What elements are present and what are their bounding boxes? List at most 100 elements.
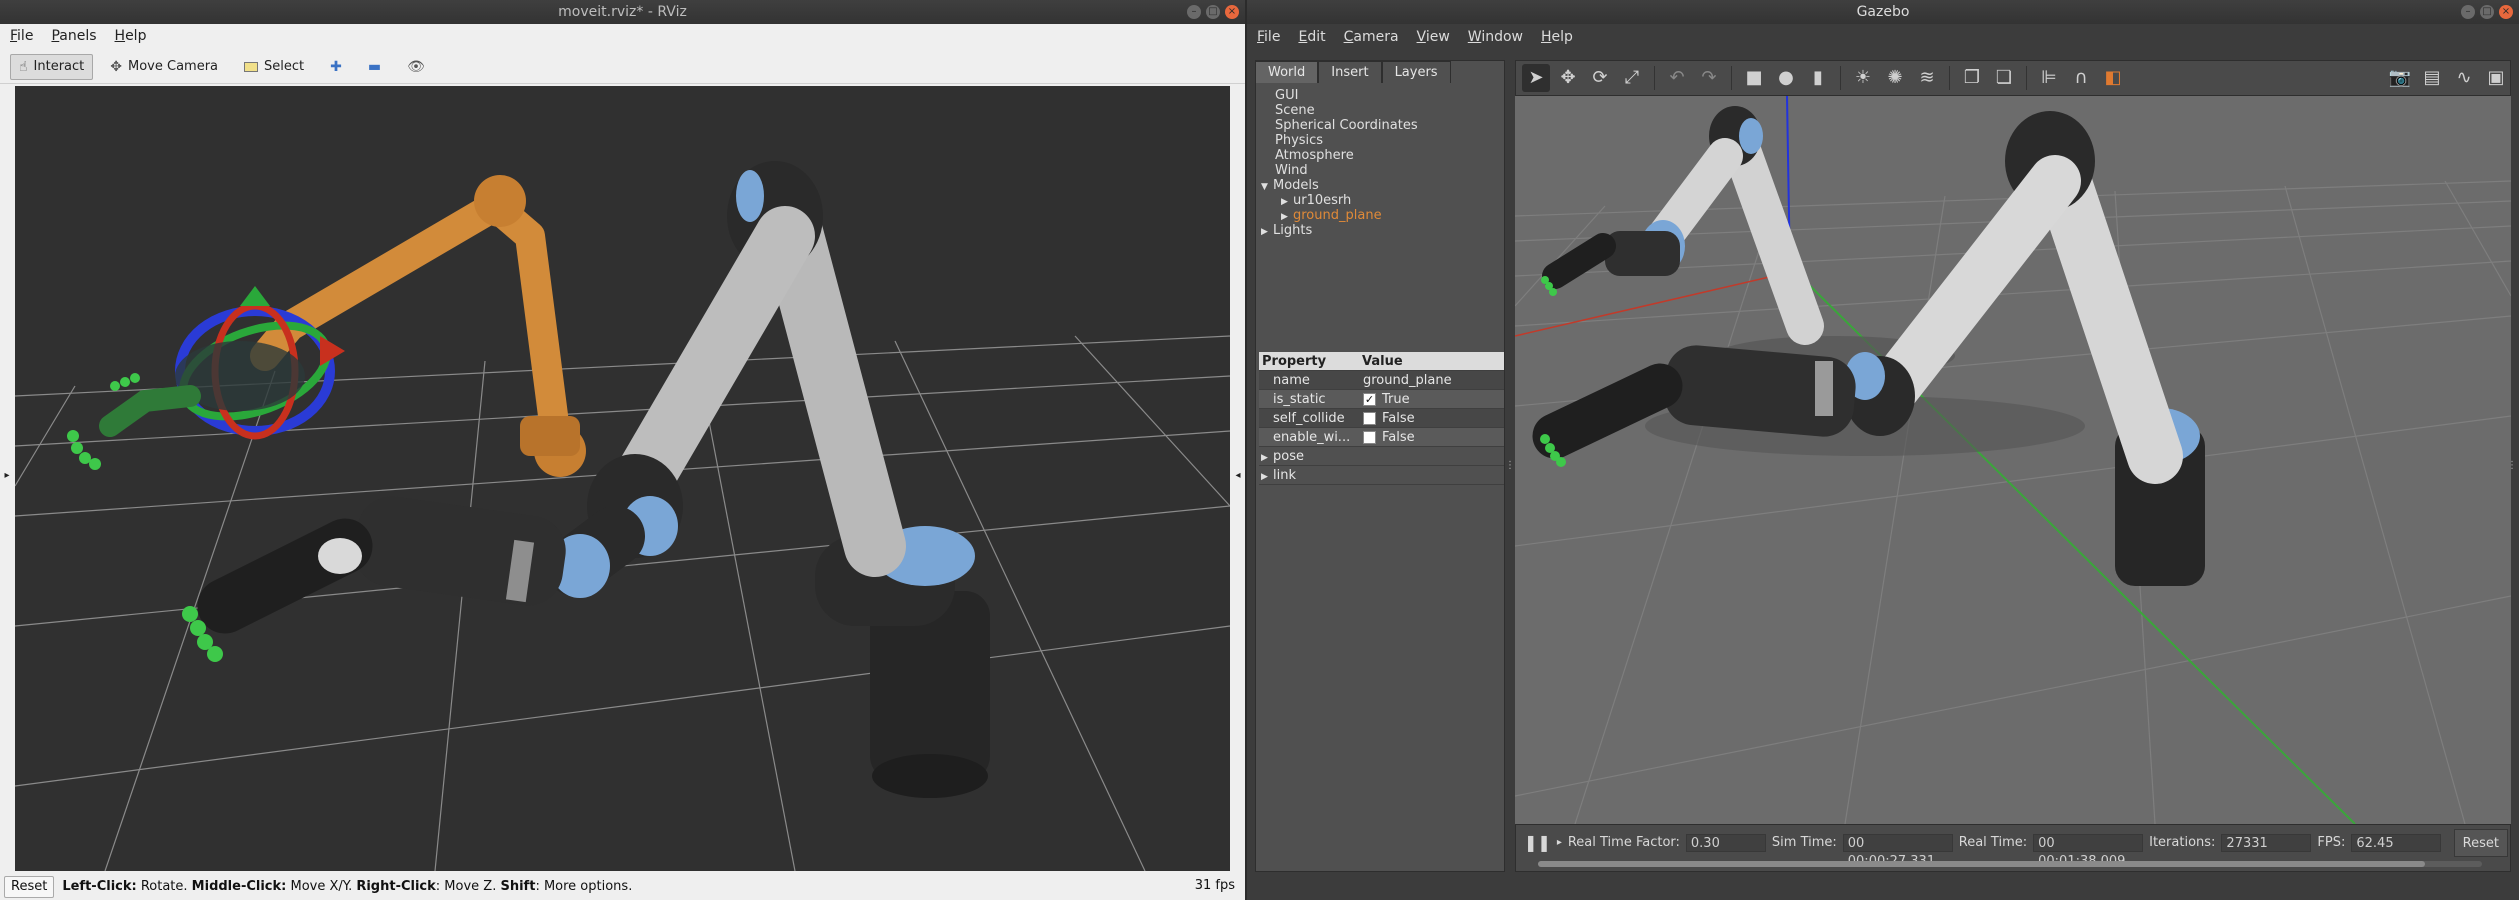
menu-view[interactable]: View: [1417, 29, 1450, 45]
redo-icon[interactable]: ↷: [1695, 64, 1723, 92]
toolbar-separator: [2026, 66, 2027, 90]
simulation-stats-bar: ❚❚ ▸ Real Time Factor: 0.30 Sim Time: 00…: [1515, 824, 2511, 872]
tree-item-spherical-coordinates[interactable]: Spherical Coordinates: [1261, 118, 1501, 133]
rviz-3d-viewport[interactable]: [15, 86, 1230, 871]
chevron-right-icon[interactable]: ▶: [1261, 468, 1273, 484]
checkbox-unchecked[interactable]: [1363, 411, 1376, 425]
iterations-value: 27331: [2221, 833, 2312, 852]
pause-icon[interactable]: ❚❚: [1524, 833, 1551, 852]
property-group-link[interactable]: ▶ link: [1259, 466, 1504, 485]
tree-item-gui[interactable]: GUI: [1261, 88, 1501, 103]
scrollbar-thumb[interactable]: [1538, 861, 2426, 867]
rviz-reset-button[interactable]: Reset: [4, 875, 55, 898]
tab-world[interactable]: World: [1255, 61, 1319, 83]
menu-panels[interactable]: Panels: [51, 28, 96, 44]
step-icon[interactable]: ▸: [1557, 837, 1562, 848]
sphere-shape-icon[interactable]: ●: [1772, 64, 1800, 92]
change-view-icon[interactable]: ◧: [2099, 64, 2127, 92]
tree-item-lights[interactable]: ▶ Lights: [1261, 223, 1501, 238]
hint-rotate: Rotate.: [136, 879, 192, 894]
real-time-value: 00 00:01:38.009: [2033, 833, 2144, 869]
menu-help[interactable]: Help: [1541, 29, 1573, 45]
view-options-button[interactable]: 👁: [398, 54, 434, 80]
select-tool-button[interactable]: Select: [235, 54, 313, 80]
gazebo-toolbar: ➤ ✥ ⟳ ⤢ ↶ ↷ ■ ● ▮ ☀ ✺ ≋ ❐ ❏ ⊫ ∩ ◧ 📷 ▤ ∿ …: [1515, 60, 2511, 96]
paste-icon[interactable]: ❏: [1990, 64, 2018, 92]
box-shape-icon[interactable]: ■: [1740, 64, 1768, 92]
rviz-menubar: File Panels Help: [0, 24, 1245, 48]
tree-item-ground-plane[interactable]: ▶ ground_plane: [1261, 208, 1501, 223]
planned-hand-ghost: [67, 373, 201, 470]
toolbar-separator: [1654, 66, 1655, 90]
move-camera-tool-button[interactable]: ✥ Move Camera: [101, 54, 227, 80]
property-key: name: [1259, 371, 1359, 389]
rviz-toolbar: ☝ Interact ✥ Move Camera Select ✚ ▬ 👁: [0, 50, 1245, 84]
property-row-is-static[interactable]: is_static ✓ True: [1259, 390, 1504, 409]
menu-file[interactable]: File: [1257, 29, 1280, 45]
interact-tool-button[interactable]: ☝ Interact: [10, 53, 94, 80]
planned-robot-ghost: [250, 175, 586, 477]
tree-item-ground-plane-label: ground_plane: [1293, 208, 1382, 223]
tab-insert[interactable]: Insert: [1318, 61, 1382, 83]
chevron-right-icon[interactable]: ▶: [1261, 225, 1273, 240]
property-row-name[interactable]: name ground_plane: [1259, 371, 1504, 390]
left-dock-handle-icon[interactable]: ▸: [2, 470, 12, 481]
directional-light-icon[interactable]: ≋: [1913, 64, 1941, 92]
property-header: Property: [1259, 352, 1359, 370]
minimize-icon[interactable]: –: [2461, 5, 2475, 19]
close-icon[interactable]: ×: [2499, 5, 2513, 19]
checkbox-unchecked[interactable]: [1363, 430, 1376, 444]
minimize-icon[interactable]: –: [1187, 5, 1201, 19]
gazebo-scene: [1515, 96, 2511, 824]
scale-icon[interactable]: ⤢: [1618, 64, 1646, 92]
copy-icon[interactable]: ❐: [1958, 64, 1986, 92]
menu-file[interactable]: File: [10, 28, 33, 44]
robot-model-back: [1541, 106, 1955, 376]
plot-icon[interactable]: ∿: [2450, 64, 2478, 92]
chevron-down-icon[interactable]: ▼: [1261, 180, 1273, 195]
checkbox-checked[interactable]: ✓: [1363, 392, 1376, 406]
sim-stats: ❚❚ ▸ Real Time Factor: 0.30 Sim Time: 00…: [1524, 833, 2442, 869]
spot-light-icon[interactable]: ✺: [1881, 64, 1909, 92]
remove-tool-button[interactable]: ▬: [359, 54, 390, 80]
cylinder-shape-icon[interactable]: ▮: [1804, 64, 1832, 92]
hint-left-click: Left-Click:: [62, 879, 137, 894]
point-light-icon[interactable]: ☀: [1849, 64, 1877, 92]
tree-item-models[interactable]: ▼ Models: [1261, 178, 1501, 193]
right-dock-handle-icon[interactable]: ◂: [1233, 470, 1243, 481]
undo-icon[interactable]: ↶: [1663, 64, 1691, 92]
tree-item-ur10esrh[interactable]: ▶ ur10esrh: [1261, 193, 1501, 208]
menu-edit[interactable]: Edit: [1298, 29, 1325, 45]
menu-window[interactable]: Window: [1468, 29, 1523, 45]
chevron-right-icon[interactable]: ▶: [1261, 449, 1273, 465]
translate-icon[interactable]: ✥: [1554, 64, 1582, 92]
tree-item-physics[interactable]: Physics: [1261, 133, 1501, 148]
select-arrow-icon[interactable]: ➤: [1522, 64, 1550, 92]
property-row-enable-wind[interactable]: enable_wi... False: [1259, 428, 1504, 447]
tab-layers[interactable]: Layers: [1381, 61, 1451, 83]
tree-item-scene[interactable]: Scene: [1261, 103, 1501, 118]
left-panel-splitter[interactable]: ⋮: [1505, 460, 1515, 471]
property-row-self-collide[interactable]: self_collide False: [1259, 409, 1504, 428]
gazebo-reset-button[interactable]: Reset: [2453, 829, 2508, 857]
align-icon[interactable]: ⊫: [2035, 64, 2063, 92]
real-time-label: Real Time:: [1958, 835, 2028, 850]
maximize-icon[interactable]: □: [2480, 5, 2494, 19]
horizontal-scrollbar[interactable]: [1538, 861, 2482, 867]
menu-help[interactable]: Help: [115, 28, 147, 44]
hint-move-xy: Move X/Y.: [286, 879, 357, 894]
add-tool-button[interactable]: ✚: [321, 54, 351, 80]
menu-camera[interactable]: Camera: [1344, 29, 1399, 45]
video-icon[interactable]: ▣: [2482, 64, 2510, 92]
rviz-ground-grid: [15, 335, 1230, 871]
tree-item-atmosphere[interactable]: Atmosphere: [1261, 148, 1501, 163]
maximize-icon[interactable]: □: [1206, 5, 1220, 19]
property-group-pose[interactable]: ▶ pose: [1259, 447, 1504, 466]
tree-item-wind[interactable]: Wind: [1261, 163, 1501, 178]
log-icon[interactable]: ▤: [2418, 64, 2446, 92]
gazebo-3d-viewport[interactable]: [1515, 96, 2511, 824]
screenshot-icon[interactable]: 📷: [2386, 64, 2414, 92]
snap-icon[interactable]: ∩: [2067, 64, 2095, 92]
rotate-icon[interactable]: ⟳: [1586, 64, 1614, 92]
close-icon[interactable]: ×: [1225, 5, 1239, 19]
